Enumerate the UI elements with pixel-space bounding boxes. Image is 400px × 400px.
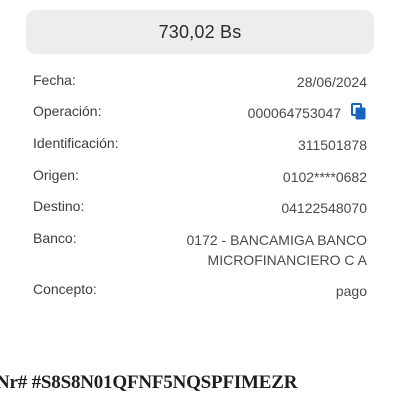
concepto-value: pago [335, 283, 367, 299]
overlay-text: Nr# #S8S8N01QFNF5NQSPFIMEZR [0, 372, 298, 393]
origen-value: 0102****0682 [282, 169, 367, 185]
operacion-value-wrap: 000064753047 [248, 103, 367, 123]
identificacion-value: 311501878 [297, 137, 367, 153]
banco-value-line1: 0172 - BANCAMIGA BANCO [186, 232, 367, 248]
banco-value-line2: MICROFINANCIERO C A [207, 252, 367, 268]
amount-card: 730,02 Bs [26, 10, 374, 54]
banco-label: Banco: [33, 230, 77, 246]
concepto-label: Concepto: [33, 281, 97, 297]
destino-label: Destino: [33, 198, 85, 214]
operacion-label: Operación: [33, 103, 102, 119]
operacion-value: 000064753047 [247, 105, 342, 121]
fecha-value: 28/06/2024 [296, 74, 367, 90]
banco-value: 0172 - BANCAMIGA BANCO MICROFINANCIERO C… [186, 230, 367, 270]
origen-label: Origen: [33, 167, 79, 183]
fecha-label: Fecha: [33, 72, 76, 88]
destino-value: 04122548070 [281, 200, 367, 216]
identificacion-label: Identificación: [33, 135, 119, 151]
amount-value: 730,02 Bs [158, 21, 242, 42]
copy-icon[interactable] [351, 103, 367, 121]
